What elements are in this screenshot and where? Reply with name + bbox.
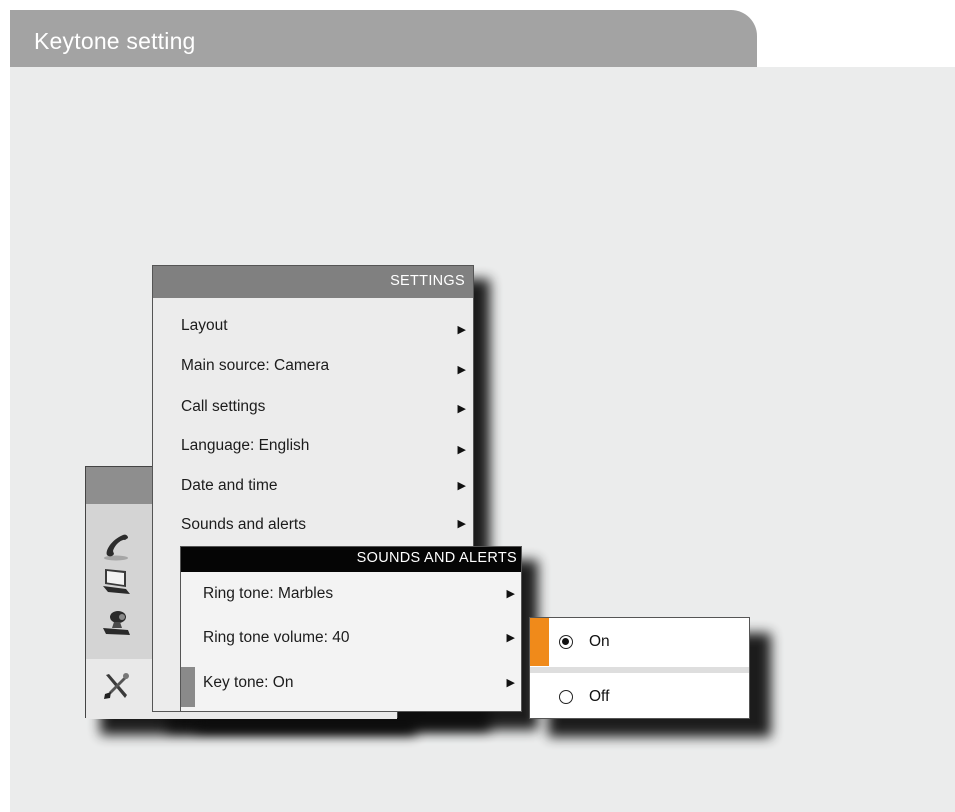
settings-item-label: Call settings xyxy=(181,398,266,415)
sounds-item-label: Ring tone: Marbles xyxy=(203,585,334,602)
sounds-alerts-header: SOUNDS AND ALERTS xyxy=(181,547,521,572)
sounds-item-label: Ring tone volume: 40 xyxy=(203,629,350,646)
selection-indicator xyxy=(181,667,195,707)
radio-dot xyxy=(562,638,570,646)
selection-accent xyxy=(530,618,549,666)
sounds-item-label: Key tone: On xyxy=(203,674,294,691)
laptop-icon[interactable] xyxy=(100,565,132,597)
settings-item-label: Language: English xyxy=(181,437,310,454)
chevron-right-icon: ▶ xyxy=(457,480,466,492)
option-off[interactable]: Off xyxy=(530,673,749,718)
settings-item-call-settings[interactable]: Call settings ▶ xyxy=(181,398,466,434)
chevron-right-icon: ▶ xyxy=(457,403,466,415)
settings-item-label: Date and time xyxy=(181,477,278,494)
settings-item-layout[interactable]: Layout ▶ xyxy=(181,317,466,353)
chevron-right-icon: ▶ xyxy=(457,324,466,336)
sounds-item-ring-tone-volume[interactable]: Ring tone volume: 40 ▶ xyxy=(203,629,515,669)
radio-button-selected[interactable] xyxy=(559,635,573,649)
settings-item-main-source[interactable]: Main source: Camera ▶ xyxy=(181,357,466,393)
phone-icon[interactable] xyxy=(100,530,132,562)
camera-icon[interactable] xyxy=(100,607,132,639)
sounds-item-ring-tone[interactable]: Ring tone: Marbles ▶ xyxy=(203,585,515,625)
sounds-item-key-tone[interactable]: Key tone: On ▶ xyxy=(203,674,515,714)
settings-header: SETTINGS xyxy=(153,266,473,298)
settings-item-label: Main source: Camera xyxy=(181,357,330,374)
chevron-right-icon: ▶ xyxy=(506,632,515,644)
chevron-right-icon: ▶ xyxy=(457,518,466,530)
option-label: Off xyxy=(589,688,610,705)
settings-header-title: SETTINGS xyxy=(390,273,465,289)
option-on[interactable]: On xyxy=(530,618,749,667)
page-title: Keytone setting xyxy=(34,28,196,54)
settings-item-date-time[interactable]: Date and time ▶ xyxy=(181,477,466,513)
settings-item-language[interactable]: Language: English ▶ xyxy=(181,437,466,473)
chevron-right-icon: ▶ xyxy=(506,588,515,600)
sounds-alerts-header-title: SOUNDS AND ALERTS xyxy=(356,550,517,566)
sounds-alerts-menu: SOUNDS AND ALERTS Ring tone: Marbles ▶ R… xyxy=(180,546,522,712)
key-tone-options: On Off xyxy=(529,617,750,719)
option-label: On xyxy=(589,633,610,650)
settings-item-label: Sounds and alerts xyxy=(181,516,306,533)
settings-item-label: Layout xyxy=(181,317,228,334)
title-tab: Keytone setting xyxy=(10,10,757,67)
chevron-right-icon: ▶ xyxy=(506,677,515,689)
chevron-right-icon: ▶ xyxy=(457,444,466,456)
chevron-right-icon: ▶ xyxy=(457,364,466,376)
tools-icon[interactable] xyxy=(100,670,132,702)
radio-button[interactable] xyxy=(559,690,573,704)
